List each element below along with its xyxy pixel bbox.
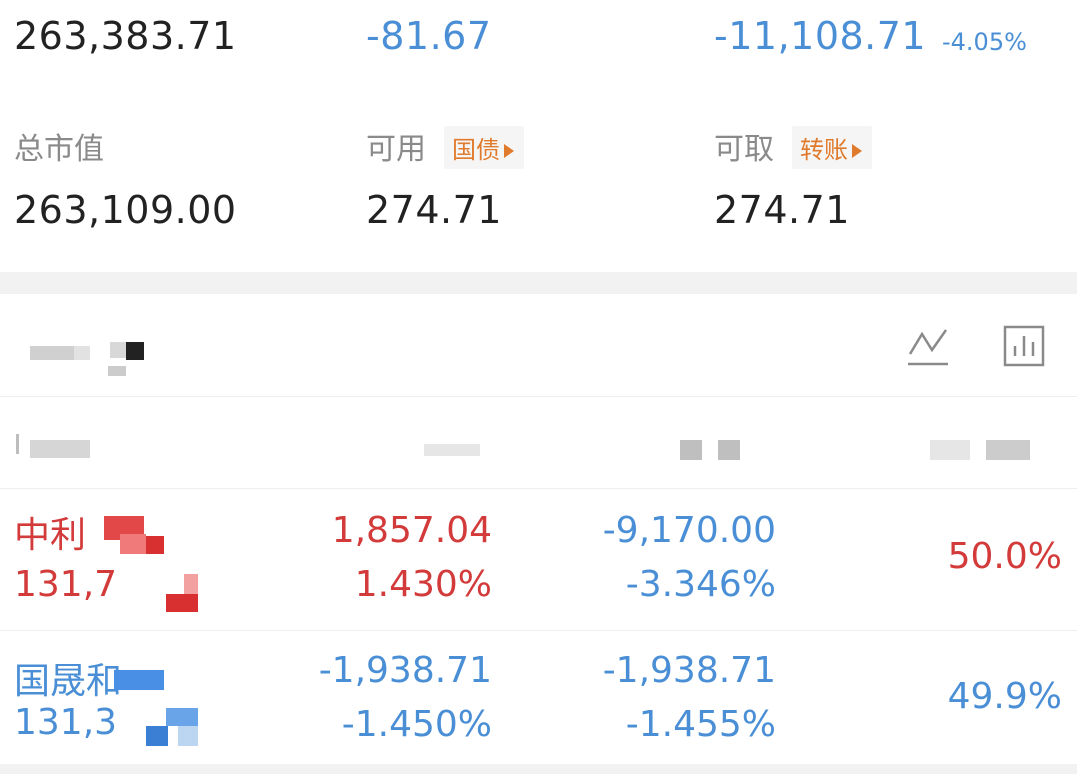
divider (0, 396, 1077, 397)
position-pnl-pct: -3.346% (625, 564, 776, 605)
redacted-block (424, 444, 480, 456)
transfer-link-label: 转账 (800, 136, 848, 164)
stock-market-value: 131,3 (14, 702, 118, 743)
bond-link[interactable]: 国债 (444, 126, 524, 169)
redacted-block (166, 708, 198, 726)
transfer-link[interactable]: 转账 (792, 126, 872, 169)
withdrawable-label: 可取 (714, 132, 774, 167)
divider (0, 630, 1077, 631)
redacted-block (74, 346, 90, 360)
redacted-block (30, 346, 74, 360)
stock-name: 中利 (14, 515, 87, 556)
position-pnl-pct: -1.455% (625, 704, 776, 745)
redacted-block (718, 440, 740, 460)
redacted-block (120, 534, 146, 554)
position-weight: 50.0% (947, 536, 1062, 577)
redacted-block (166, 594, 198, 612)
redacted-block (146, 536, 164, 554)
position-pnl: -1,938.71 (602, 650, 776, 691)
withdrawable-value: 274.71 (714, 188, 850, 232)
daily-pnl-value: -81.67 (366, 14, 492, 58)
market-value: 263,109.00 (14, 188, 237, 232)
redacted-block (110, 342, 126, 358)
line-chart-icon[interactable] (906, 324, 950, 368)
stock-name: 国晟和 (14, 661, 123, 702)
redacted-block (178, 726, 198, 746)
position-weight: 49.9% (947, 676, 1062, 717)
daily-pnl: 1,857.04 (331, 510, 492, 551)
bond-link-label: 国债 (452, 136, 500, 164)
redacted-block (114, 670, 164, 690)
position-pnl-value: -11,108.71 (714, 14, 927, 58)
daily-pnl: -1,938.71 (318, 650, 492, 691)
daily-pnl-pct: 1.430% (354, 564, 492, 605)
total-assets-value: 263,383.71 (14, 14, 237, 58)
position-pnl: -9,170.00 (602, 510, 776, 551)
redacted-block (146, 726, 168, 746)
position-pnl-pct: -4.05% (942, 28, 1027, 56)
section-divider (0, 272, 1077, 294)
daily-pnl-pct: -1.450% (341, 704, 492, 745)
bar-chart-icon[interactable] (1002, 324, 1046, 368)
redacted-block (16, 434, 19, 454)
redacted-block (108, 366, 126, 376)
market-value-label: 总市值 (14, 132, 104, 167)
divider (0, 488, 1077, 489)
redacted-block (930, 440, 970, 460)
redacted-block (30, 440, 90, 458)
play-triangle-icon (852, 144, 862, 158)
play-triangle-icon (504, 144, 514, 158)
redacted-block (986, 440, 1030, 460)
redacted-block (184, 574, 198, 594)
bottom-divider (0, 764, 1077, 774)
redacted-block (126, 342, 144, 360)
stock-market-value: 131,7 (14, 564, 118, 605)
available-label: 可用 (366, 132, 426, 167)
redacted-block (680, 440, 702, 460)
available-value: 274.71 (366, 188, 502, 232)
